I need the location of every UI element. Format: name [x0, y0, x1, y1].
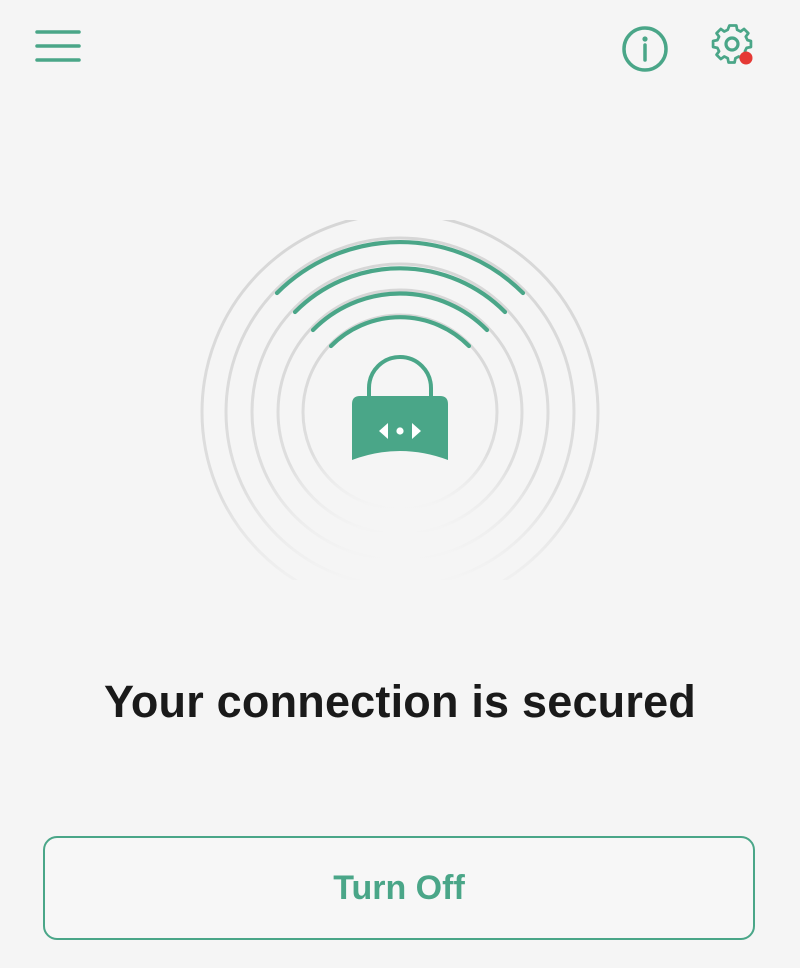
lock-icon — [352, 355, 448, 460]
settings-button[interactable] — [706, 18, 762, 74]
turn-off-button[interactable]: Turn Off — [43, 836, 755, 940]
connection-status-title: Your connection is secured — [103, 676, 696, 727]
notification-badge — [739, 51, 753, 65]
info-button[interactable] — [618, 22, 672, 76]
secure-signal-illustration — [200, 212, 600, 612]
gear-icon — [711, 24, 753, 65]
app-window: Your connection is secured Turn Off — [0, 0, 800, 968]
connection-status-graphic — [180, 212, 620, 612]
info-icon — [622, 26, 668, 72]
menu-button[interactable] — [30, 22, 86, 70]
menu-icon — [35, 30, 81, 62]
